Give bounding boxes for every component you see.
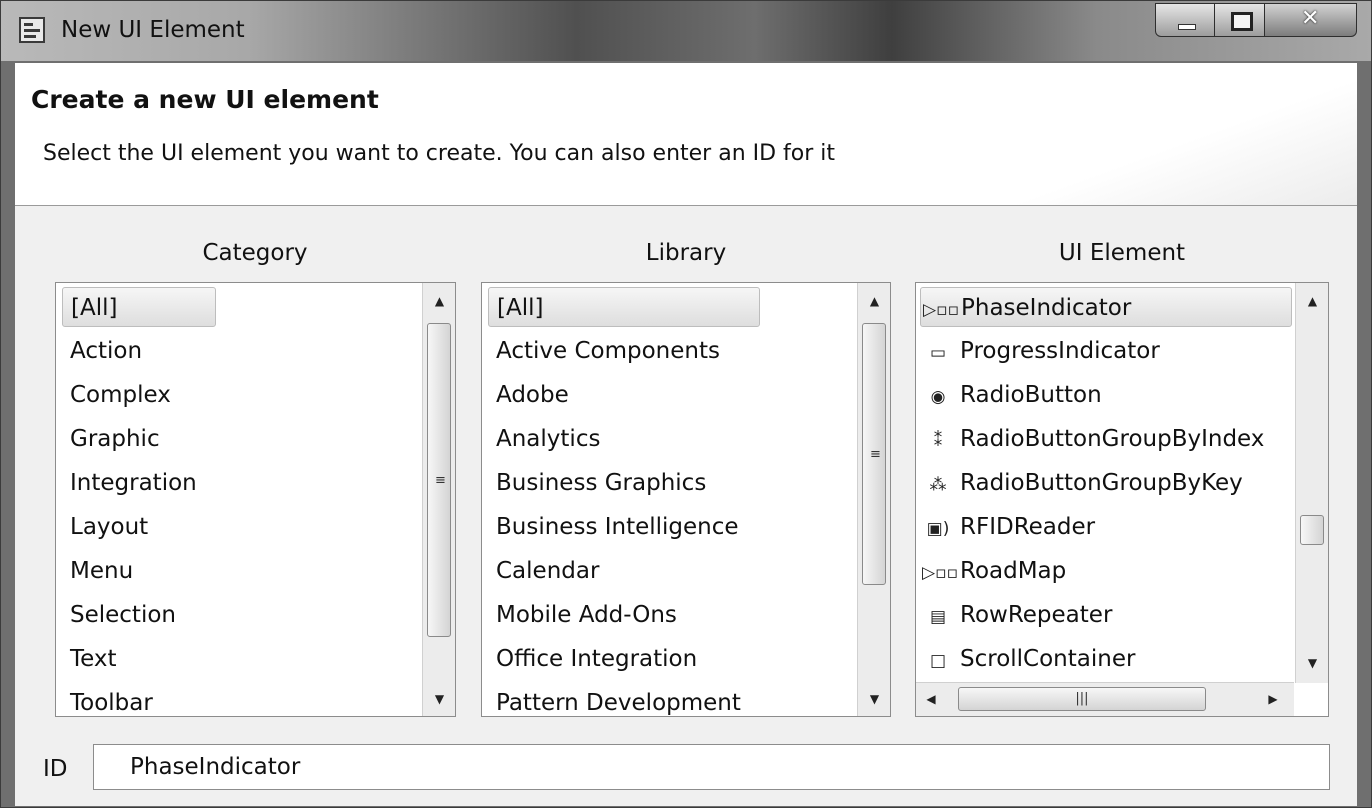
- library-label: Library: [645, 240, 727, 266]
- library-list-item[interactable]: Active Components: [488, 331, 720, 371]
- category-list-item[interactable]: Menu: [62, 551, 133, 591]
- category-scroll-thumb[interactable]: ≡: [427, 323, 451, 637]
- scroll-container-icon: □: [929, 651, 947, 671]
- library-list-item[interactable]: [All]: [488, 287, 760, 327]
- ui-element-list-item[interactable]: ▷▫▫RoadMap: [920, 551, 1066, 591]
- ui-element-list-item[interactable]: ▷▫▫PhaseIndicator: [920, 287, 1292, 327]
- close-icon: ✕: [1301, 6, 1320, 31]
- scroll-right-arrow-icon[interactable]: ▶: [1258, 685, 1288, 713]
- category-list[interactable]: [All] Action Complex Graphic Integration Layo…: [55, 282, 456, 717]
- ui-element-list[interactable]: ▷▫▫PhaseIndicator ▭ ProgressIndicator ◉ Radi…: [915, 282, 1329, 717]
- minimize-icon: [1178, 24, 1196, 30]
- scroll-grip-icon: |||: [1075, 691, 1089, 706]
- category-list-item[interactable]: Layout: [62, 507, 148, 547]
- roadmap-icon: ▷▫▫: [922, 563, 959, 583]
- library-scrollbar[interactable]: ▲ ≡ ▼: [857, 283, 890, 716]
- category-list-item[interactable]: Selection: [62, 595, 176, 635]
- header-title: Create a new UI element: [31, 85, 379, 114]
- ui-element-item-label: PhaseIndicator: [961, 295, 1132, 321]
- ui-element-item-label: ScrollContainer: [960, 646, 1136, 672]
- library-list-item[interactable]: Pattern Development: [488, 683, 741, 716]
- library-scroll-thumb[interactable]: ≡: [862, 323, 886, 585]
- scroll-grip-icon: ≡: [870, 447, 881, 462]
- minimize-button[interactable]: [1155, 3, 1215, 37]
- id-input[interactable]: [93, 744, 1330, 790]
- ui-element-item-label: RadioButtonGroupByKey: [960, 470, 1243, 496]
- ui-element-list-item[interactable]: ▭ ProgressIndicator: [920, 331, 1160, 371]
- ui-element-item-label: RadioButton: [960, 382, 1102, 408]
- scroll-up-arrow-icon[interactable]: ▲: [1296, 287, 1328, 315]
- category-list-item[interactable]: Toolbar: [62, 683, 153, 716]
- ui-element-list-item[interactable]: ⁂ RadioButtonGroupByKey: [920, 463, 1243, 503]
- maximize-icon: [1231, 12, 1253, 31]
- window-controls: ✕: [1155, 3, 1357, 37]
- library-list-item[interactable]: Calendar: [488, 551, 599, 591]
- header-description: Select the UI element you want to create…: [43, 141, 836, 166]
- library-list-item[interactable]: Business Graphics: [488, 463, 706, 503]
- ui-element-item-label: RoadMap: [960, 558, 1067, 584]
- category-list-item[interactable]: Graphic: [62, 419, 160, 459]
- ui-element-item-label: RadioButtonGroupByIndex: [960, 426, 1265, 452]
- radio-group-index-icon: ⁑: [933, 431, 943, 451]
- row-repeater-icon: ▤: [929, 607, 947, 627]
- progress-indicator-icon: ▭: [929, 343, 947, 363]
- phase-indicator-icon: ▷▫▫: [923, 300, 960, 320]
- library-list-item[interactable]: Business Intelligence: [488, 507, 739, 547]
- ui-element-list-item[interactable]: ⁑ RadioButtonGroupByIndex: [920, 419, 1265, 459]
- ui-element-item-label: RowRepeater: [960, 602, 1113, 628]
- id-label: ID: [43, 756, 68, 782]
- scroll-up-arrow-icon[interactable]: ▲: [423, 287, 455, 315]
- library-list-item[interactable]: Mobile Add-Ons: [488, 595, 677, 635]
- scroll-down-arrow-icon[interactable]: ▼: [1296, 649, 1328, 677]
- title-bar[interactable]: New UI Element ✕: [1, 1, 1371, 61]
- window-title: New UI Element: [61, 17, 245, 43]
- scroll-grip-icon: ≡: [435, 473, 446, 488]
- category-list-item[interactable]: Integration: [62, 463, 197, 503]
- ui-element-vscrollbar[interactable]: ▲ ▼: [1295, 283, 1328, 683]
- ui-element-hscrollbar[interactable]: ◀ ||| ▶: [916, 682, 1294, 716]
- scroll-down-arrow-icon[interactable]: ▼: [423, 685, 455, 713]
- dialog-content: Category [All] Action Complex Graphic Integr…: [15, 206, 1357, 806]
- category-scrollbar[interactable]: ▲ ≡ ▼: [422, 283, 455, 716]
- wizard-header: Create a new UI element Select the UI el…: [15, 63, 1357, 206]
- rfid-reader-icon: ▣): [926, 519, 950, 539]
- close-button[interactable]: ✕: [1265, 3, 1357, 37]
- radio-button-icon: ◉: [930, 387, 946, 407]
- ui-element-item-label: RFIDReader: [960, 514, 1096, 540]
- radio-group-key-icon: ⁂: [929, 475, 947, 495]
- ui-element-list-item[interactable]: ◉ RadioButton: [920, 375, 1102, 415]
- library-list-item[interactable]: Adobe: [488, 375, 569, 415]
- category-list-item[interactable]: Action: [62, 331, 142, 371]
- ui-element-hscroll-thumb[interactable]: |||: [958, 687, 1206, 711]
- library-list[interactable]: [All] Active Components Adobe Analytics Busi…: [481, 282, 891, 717]
- scroll-left-arrow-icon[interactable]: ◀: [916, 685, 946, 713]
- ui-element-list-item[interactable]: □ ScrollContainer: [920, 639, 1135, 679]
- ui-element-vscroll-thumb[interactable]: [1300, 515, 1324, 545]
- category-list-item[interactable]: Complex: [62, 375, 171, 415]
- category-label: Category: [202, 240, 308, 266]
- ui-element-item-label: ProgressIndicator: [960, 338, 1160, 364]
- library-list-item[interactable]: Office Integration: [488, 639, 697, 679]
- category-list-item[interactable]: Text: [62, 639, 117, 679]
- ui-element-list-item[interactable]: ▤ RowRepeater: [920, 595, 1112, 635]
- ui-element-list-item[interactable]: ▣) RFIDReader: [920, 507, 1095, 547]
- ui-element-label: UI Element: [1058, 240, 1186, 266]
- category-list-item[interactable]: [All]: [62, 287, 216, 327]
- app-icon: [19, 17, 45, 43]
- library-list-item[interactable]: Analytics: [488, 419, 600, 459]
- new-ui-element-dialog: New UI Element ✕ Create a new UI element…: [0, 0, 1372, 808]
- scroll-down-arrow-icon[interactable]: ▼: [858, 685, 890, 713]
- scroll-up-arrow-icon[interactable]: ▲: [858, 287, 890, 315]
- maximize-button[interactable]: [1215, 3, 1265, 37]
